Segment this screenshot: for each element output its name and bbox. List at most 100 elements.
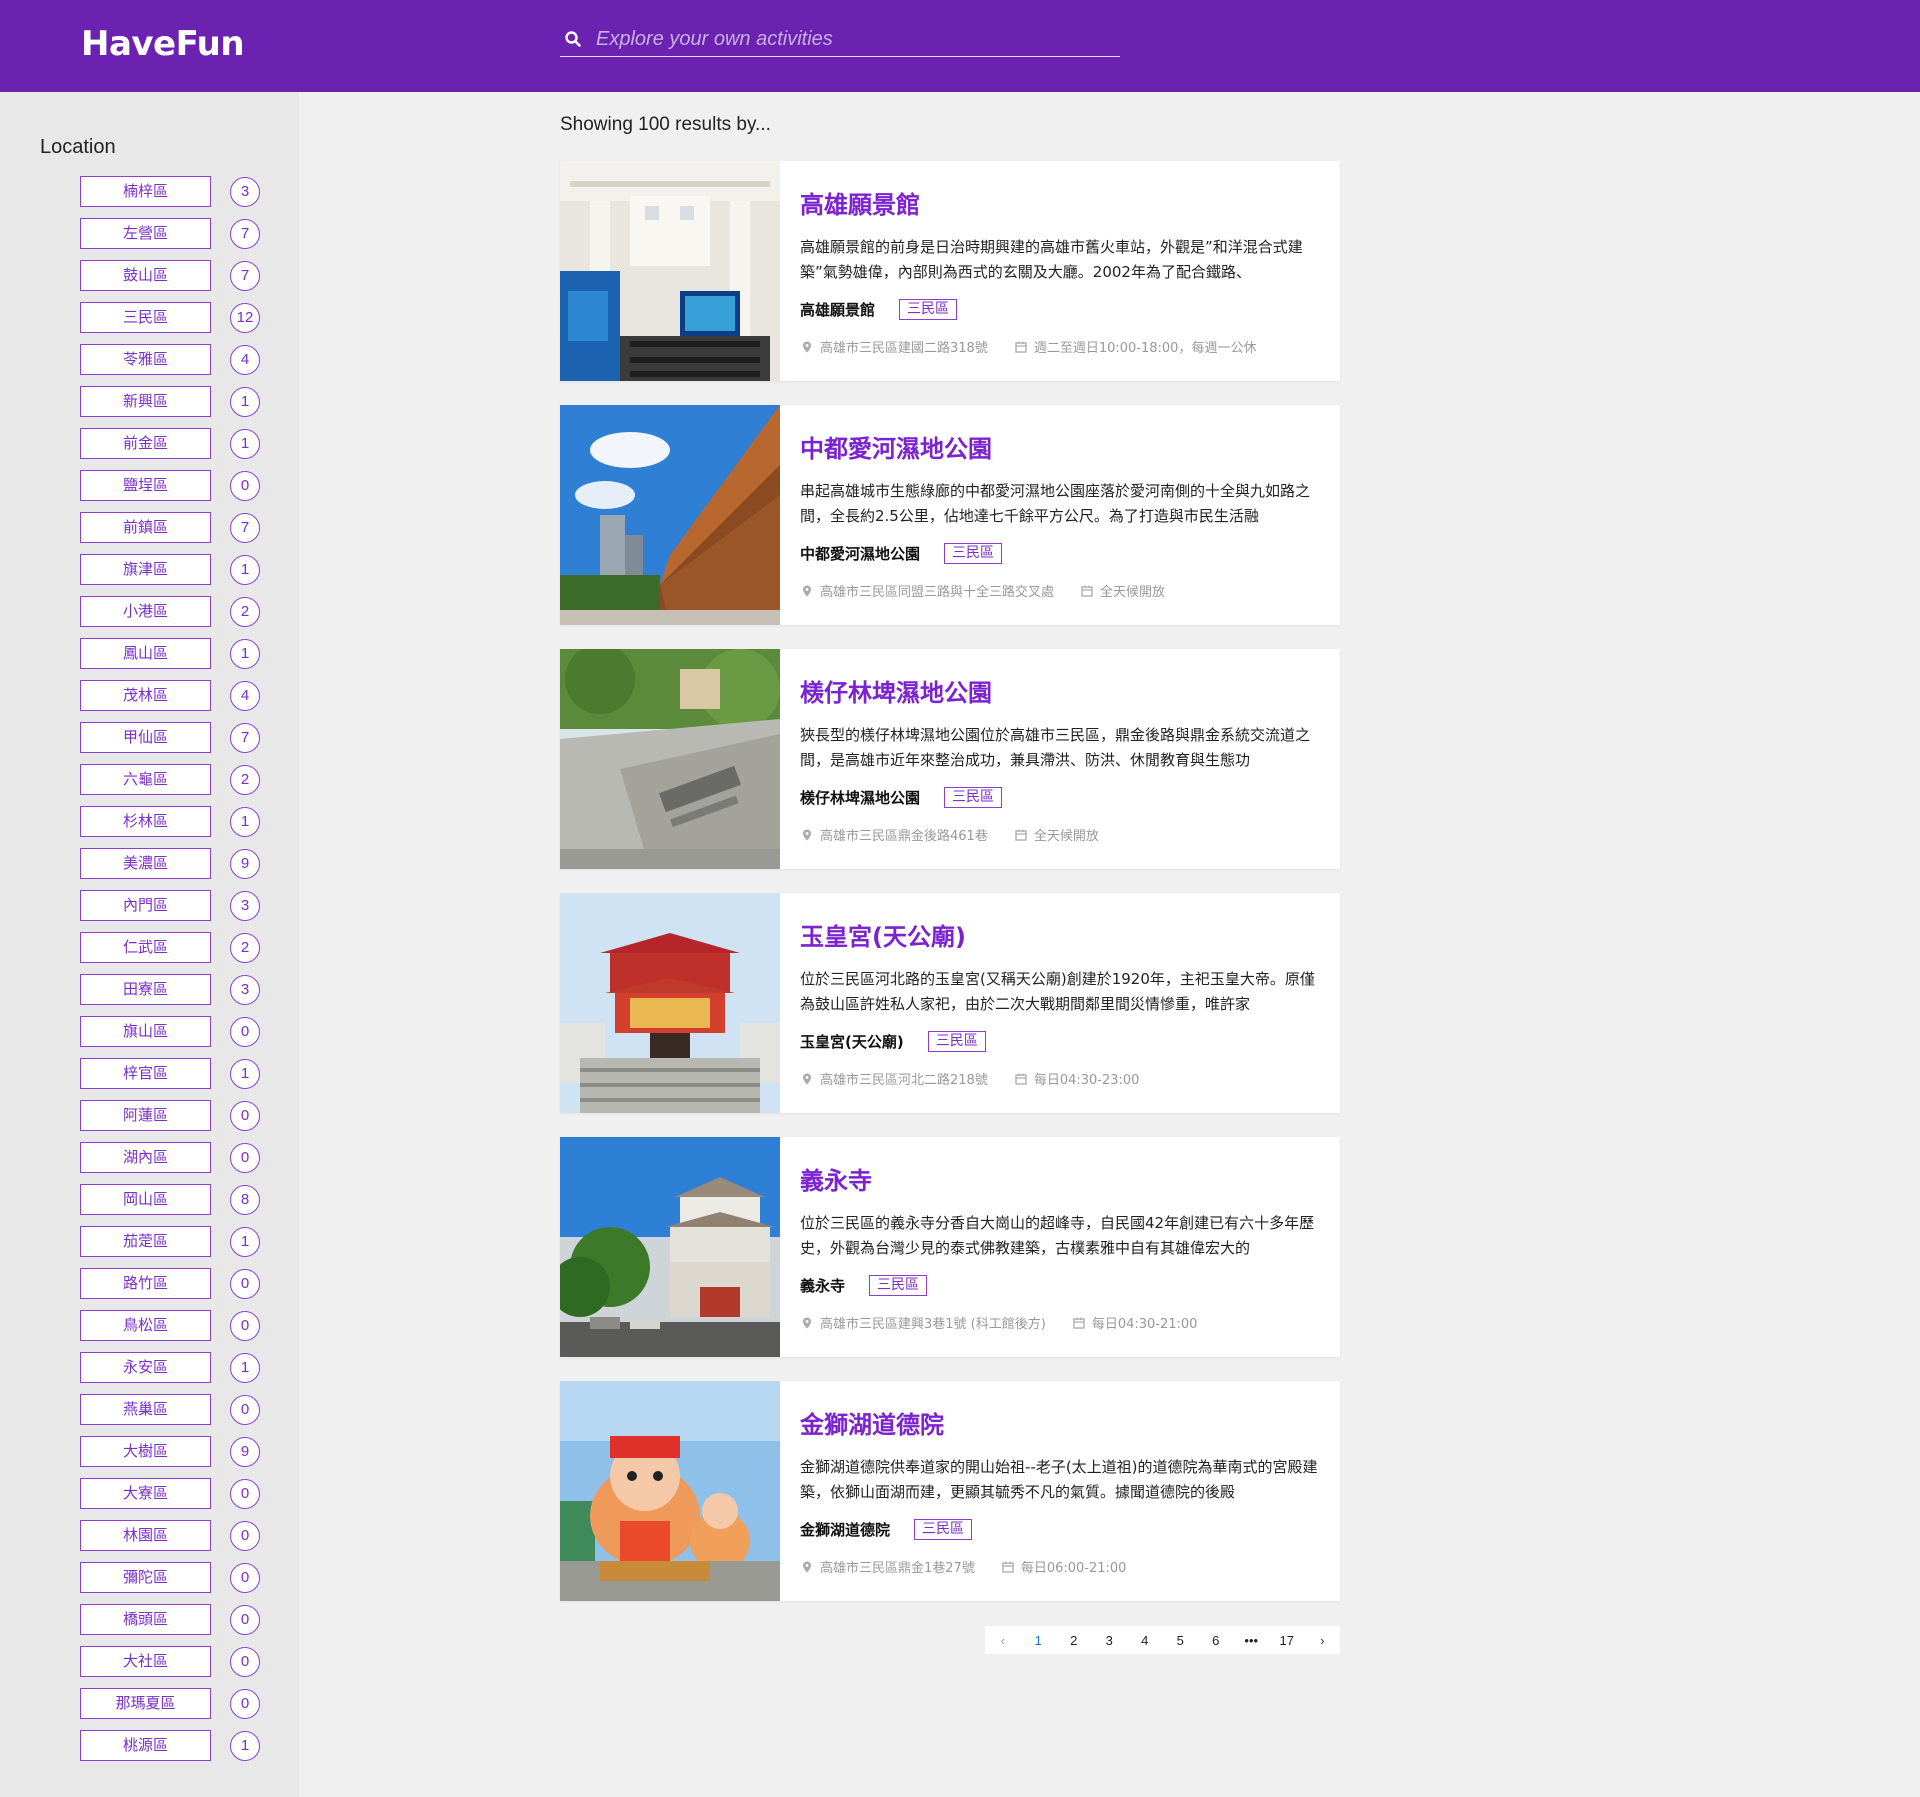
result-description: 金獅湖道德院供奉道家的開山始祖--老子(太上道祖)的道德院為華南式的宮殿建築，依… [800,1458,1318,1501]
result-card-body: 玉皇宮(天公廟) 位於三民區河北路的玉皇宮(又稱天公廟)創建於1920年，主祀玉皇… [800,893,1320,1113]
search-icon[interactable] [564,30,582,48]
result-title[interactable]: 檨仔林埤濕地公園 [800,673,992,708]
logo[interactable]: HaveFun [81,24,245,64]
result-card[interactable]: 金獅湖道德院 金獅湖道德院供奉道家的開山始祖--老子(太上道祖)的道德院為華南式的… [560,1381,1340,1601]
location-row: 茂林區 4 [0,680,299,722]
location-filter-button[interactable]: 新興區 [80,386,211,417]
location-filter-button[interactable]: 杉林區 [80,806,211,837]
page-button-6[interactable]: 6 [1198,1633,1234,1648]
district-tag[interactable]: 三民區 [899,298,958,320]
location-filter-button[interactable]: 前鎮區 [80,512,211,543]
page-button-last[interactable]: 17 [1269,1633,1305,1648]
location-filter-button[interactable]: 鳥松區 [80,1310,211,1341]
location-filter-button[interactable]: 路竹區 [80,1268,211,1299]
result-title[interactable]: 中都愛河濕地公園 [800,429,992,464]
location-count-badge: 8 [230,1185,260,1215]
prev-page-button[interactable]: ‹ [985,1633,1021,1648]
location-filter-button[interactable]: 那瑪夏區 [80,1688,211,1719]
district-tag[interactable]: 三民區 [944,786,1003,808]
result-name: 玉皇宮(天公廟) [800,1032,904,1051]
location-filter-button[interactable]: 美濃區 [80,848,211,879]
location-filter-button[interactable]: 燕巢區 [80,1394,211,1425]
result-info: 高雄市三民區建興3巷1號 (科工館後方) 每日04:30-21:00 [800,1313,1197,1332]
result-title[interactable]: 義永寺 [800,1161,872,1196]
result-photo[interactable] [560,405,780,625]
district-tag[interactable]: 三民區 [869,1274,928,1296]
page-button-4[interactable]: 4 [1127,1633,1163,1648]
result-name: 金獅湖道德院 [800,1520,891,1539]
location-row: 前鎮區 7 [0,512,299,554]
location-filter-button[interactable]: 茂林區 [80,680,211,711]
location-pin-icon [803,585,811,596]
location-row: 仁武區 2 [0,932,299,974]
location-filter-button[interactable]: 左營區 [80,218,211,249]
page-ellipsis[interactable]: ••• [1234,1633,1270,1648]
district-tag[interactable]: 三民區 [927,1030,986,1052]
pagination: ‹ 1 2 3 4 5 6 ••• 17 › [985,1626,1340,1654]
result-info: 高雄市三民區同盟三路與十全三路交叉處 全天候開放 [800,581,1165,600]
location-filter-button[interactable]: 田寮區 [80,974,211,1005]
result-card[interactable]: 中都愛河濕地公園 串起高雄城市生態綠廊的中都愛河濕地公園座落於愛河南側的十全與九如… [560,405,1340,625]
location-filter-button[interactable]: 甲仙區 [80,722,211,753]
next-page-button[interactable]: › [1305,1633,1341,1648]
location-filter-button[interactable]: 鳳山區 [80,638,211,669]
location-filter-button[interactable]: 橋頭區 [80,1604,211,1635]
location-filter-button[interactable]: 內門區 [80,890,211,921]
location-filter-button[interactable]: 大樹區 [80,1436,211,1467]
page-button-1[interactable]: 1 [1021,1633,1057,1648]
location-filter-button[interactable]: 大社區 [80,1646,211,1677]
location-row: 梓官區 1 [0,1058,299,1100]
location-row: 路竹區 0 [0,1268,299,1310]
location-row: 鹽埕區 0 [0,470,299,512]
location-filter-button[interactable]: 桃源區 [80,1730,211,1761]
result-address: 高雄市三民區鼎金1巷27號 [820,1561,975,1576]
page-button-2[interactable]: 2 [1056,1633,1092,1648]
calendar-icon [1015,829,1027,841]
result-photo[interactable] [560,893,780,1113]
location-filter-button[interactable]: 鼓山區 [80,260,211,291]
result-address: 高雄市三民區河北二路218號 [820,1073,988,1088]
location-filter-button[interactable]: 旗山區 [80,1016,211,1047]
location-filter-button[interactable]: 阿蓮區 [80,1100,211,1131]
result-photo[interactable] [560,1381,780,1601]
location-filter-button[interactable]: 仁武區 [80,932,211,963]
location-filter-button[interactable]: 鹽埕區 [80,470,211,501]
location-filter-button[interactable]: 前金區 [80,428,211,459]
result-card-body: 高雄願景館 高雄願景館的前身是日治時期興建的高雄市舊火車站，外觀是”和洋混合式建築… [800,161,1320,381]
district-tag[interactable]: 三民區 [914,1518,973,1540]
result-photo[interactable] [550,1137,780,1357]
page-button-5[interactable]: 5 [1163,1633,1199,1648]
result-title[interactable]: 金獅湖道德院 [800,1405,944,1440]
result-title[interactable]: 玉皇宮(天公廟) [800,917,966,952]
location-filter-button[interactable]: 六龜區 [80,764,211,795]
result-card-body: 中都愛河濕地公園 串起高雄城市生態綠廊的中都愛河濕地公園座落於愛河南側的十全與九如… [800,405,1320,625]
location-filter-button[interactable]: 岡山區 [80,1184,211,1215]
location-filter-button[interactable]: 小港區 [80,596,211,627]
location-filter-button[interactable]: 旗津區 [80,554,211,585]
result-card[interactable]: 高雄願景館 高雄願景館的前身是日治時期興建的高雄市舊火車站，外觀是”和洋混合式建築… [560,161,1340,381]
result-title[interactable]: 高雄願景館 [800,185,920,220]
location-filter-button[interactable]: 茄萣區 [80,1226,211,1257]
result-photo[interactable] [560,644,780,869]
location-filter-button[interactable]: 永安區 [80,1352,211,1383]
location-filter-button[interactable]: 林園區 [80,1520,211,1551]
location-filter-button[interactable]: 大寮區 [80,1478,211,1509]
location-filter-button[interactable]: 苓雅區 [80,344,211,375]
result-card[interactable]: 玉皇宮(天公廟) 位於三民區河北路的玉皇宮(又稱天公廟)創建於1920年，主祀玉皇… [560,893,1340,1113]
location-filter-button[interactable]: 梓官區 [80,1058,211,1089]
result-card[interactable]: 檨仔林埤濕地公園 狹長型的檨仔林埤濕地公園位於高雄市三民區，鼎金後路與鼎金系統交流… [560,644,1340,869]
result-card[interactable]: 義永寺 位於三民區的義永寺分香自大崗山的超峰寺，自民國42年創建已有六十多年歷史，… [550,1137,1340,1357]
result-photo[interactable] [560,161,780,381]
search-input[interactable] [596,24,1116,54]
location-filter-button[interactable]: 三民區 [80,302,211,333]
location-row: 大社區 0 [0,1646,299,1688]
page-button-3[interactable]: 3 [1092,1633,1128,1648]
location-filter-button[interactable]: 楠梓區 [80,176,211,207]
location-row: 左營區 7 [0,218,299,260]
location-filter-button[interactable]: 彌陀區 [80,1562,211,1593]
location-sidebar: Location 楠梓區 3 左營區 7 鼓山區 7 三民區 12 苓雅區 4 新興區 1 前金區 1 鹽埕… [0,92,299,1797]
location-row: 旗津區 1 [0,554,299,596]
district-tag[interactable]: 三民區 [944,542,1003,564]
result-card-body: 檨仔林埤濕地公園 狹長型的檨仔林埤濕地公園位於高雄市三民區，鼎金後路與鼎金系統交流… [800,649,1320,869]
location-filter-button[interactable]: 湖內區 [80,1142,211,1173]
